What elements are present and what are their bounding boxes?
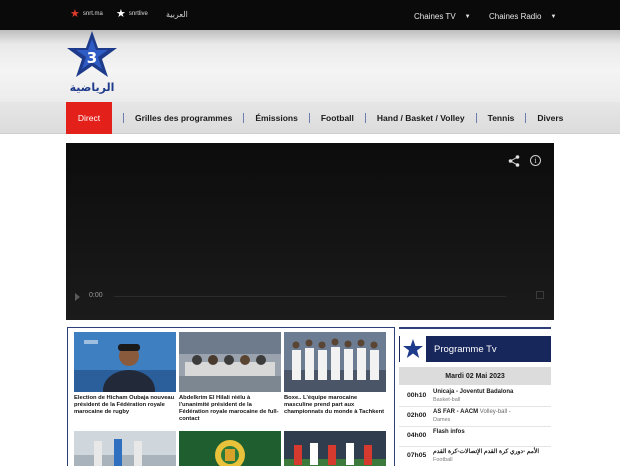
mini-logo	[400, 336, 426, 362]
menu-separator	[123, 113, 124, 123]
menu-separator	[243, 113, 245, 123]
programme-time: 04h00	[407, 432, 427, 439]
star-logo-icon: 3 الرياضية	[67, 31, 117, 94]
programme-time: 00h10	[407, 392, 427, 399]
news-thumbnail[interactable]	[284, 332, 386, 392]
news-thumbnail[interactable]	[179, 332, 281, 392]
video-player[interactable]: i 0:00	[66, 143, 554, 320]
menu-separator	[308, 113, 310, 123]
news-caption[interactable]: Boxe.. L'équipe marocaine masculine pren…	[284, 395, 386, 427]
chaines-tv-dropdown[interactable]: Chaines TV ▼	[414, 12, 471, 21]
news-thumbnail[interactable]	[74, 332, 176, 392]
programme-row[interactable]: 02h00 AS FAR - AACM Volley-ball - Dames	[399, 407, 551, 427]
play-icon[interactable]	[75, 293, 80, 301]
programme-date: Mardi 02 Mai 2023	[399, 367, 551, 385]
news-card[interactable]	[179, 427, 281, 466]
top-bar: ★ snrt.ma ★ snrtlive العربية Chaines TV …	[0, 0, 620, 30]
programme-desc: AS FAR - AACM Volley-ball - Dames	[433, 409, 511, 423]
info-icon[interactable]: i	[530, 155, 541, 166]
news-thumbnail[interactable]	[284, 431, 386, 466]
news-caption[interactable]: Élection de Hicham Oubaja nouveau présid…	[74, 395, 176, 427]
snrtlive-brand-link[interactable]: ★ snrtlive	[116, 6, 148, 22]
chaines-radio-label: Chaines Radio	[489, 12, 542, 21]
news-card[interactable]	[74, 427, 176, 466]
header: 3 الرياضية	[0, 30, 620, 102]
programme-show-title: Flash infos	[433, 429, 465, 435]
news-thumbnail[interactable]	[179, 431, 281, 466]
programme-row[interactable]: 07h05 الأمم -دوري كرة القدم الإتصالات-كر…	[399, 447, 551, 466]
star-logo-icon	[403, 339, 423, 358]
chevron-down-icon: ▼	[550, 13, 557, 20]
programme-header: Programme Tv	[399, 336, 551, 362]
menu-separator	[364, 113, 366, 123]
programme-show-title: AS FAR - AACM	[433, 409, 479, 415]
language-switch-link[interactable]: العربية	[166, 10, 188, 19]
logo-channel-number: 3	[87, 49, 97, 67]
news-card[interactable]: Abdelkrim El Hilali réélu à l'unanimité …	[179, 332, 281, 427]
news-thumbnail[interactable]	[74, 431, 176, 466]
menu-item-tennis[interactable]: Tennis	[488, 102, 515, 134]
snrt-star-icon: ★	[70, 7, 80, 20]
menu-item-football[interactable]: Football	[321, 102, 354, 134]
fullscreen-icon[interactable]	[536, 291, 544, 299]
chevron-down-icon: ▼	[464, 13, 471, 20]
arryadia-logo[interactable]: 3 الرياضية	[66, 31, 118, 97]
news-card[interactable]: Boxe.. L'équipe marocaine masculine pren…	[284, 332, 386, 427]
programme-desc: Flash infos	[433, 429, 465, 437]
programme-row[interactable]: 00h10 Unicaja - Joventut Badalona Basket…	[399, 387, 551, 407]
programme-time: 02h00	[407, 412, 427, 419]
menu-item-divers[interactable]: Divers	[537, 102, 563, 134]
programme-category: Dames	[433, 416, 451, 423]
player-time: 0:00	[89, 292, 103, 299]
menu-item-grilles[interactable]: Grilles des programmes	[135, 102, 232, 134]
programme-category: Basket-ball	[433, 396, 461, 403]
programme-title: Programme Tv	[434, 343, 497, 355]
panel-top-border	[399, 327, 551, 329]
news-caption[interactable]: Abdelkrim El Hilali réélu à l'unanimité …	[179, 395, 281, 427]
news-panel: Élection de Hicham Oubaja nouveau présid…	[67, 327, 395, 466]
chaines-tv-label: Chaines TV	[414, 12, 456, 21]
logo-arabic-name: الرياضية	[70, 81, 115, 94]
progress-bar[interactable]	[114, 296, 506, 297]
menu-item-emissions[interactable]: Émissions	[255, 102, 298, 134]
share-icon[interactable]	[508, 155, 520, 167]
news-card[interactable]: Élection de Hicham Oubaja nouveau présid…	[74, 332, 176, 427]
menu-separator	[475, 113, 477, 123]
programme-list: 00h10 Unicaja - Joventut Badalona Basket…	[399, 387, 551, 466]
menu-item-direct[interactable]: Direct	[66, 102, 112, 134]
programme-show-title: Unicaja - Joventut Badalona	[433, 389, 514, 395]
snrtlive-brand-label: snrtlive	[128, 11, 148, 17]
programme-show-title: الأمم -دوري كرة القدم الإتصالات-كرة القد…	[433, 449, 540, 455]
snrtlive-star-icon: ★	[116, 7, 126, 20]
snrt-brand-link[interactable]: ★ snrt.ma	[70, 6, 103, 22]
menu-separator	[525, 113, 527, 123]
main-menu-bar: Direct Grilles des programmes Émissions …	[0, 102, 620, 134]
main-menu: Direct Grilles des programmes Émissions …	[66, 102, 563, 134]
programme-time: 07h05	[407, 452, 427, 459]
programme-category: Football	[433, 456, 453, 463]
news-grid: Élection de Hicham Oubaja nouveau présid…	[74, 332, 388, 466]
chaines-radio-dropdown[interactable]: Chaines Radio ▼	[489, 12, 556, 21]
snrt-brand-label: snrt.ma	[82, 11, 103, 17]
programme-row[interactable]: 04h00 Flash infos	[399, 427, 551, 447]
programme-desc: الأمم -دوري كرة القدم الإتصالات-كرة القد…	[433, 449, 539, 463]
programme-desc: Unicaja - Joventut Badalona Basket-ball	[433, 389, 513, 403]
news-card[interactable]	[284, 427, 386, 466]
programme-inline-category: Volley-ball -	[479, 409, 511, 415]
programme-tv-panel: Programme Tv Mardi 02 Mai 2023 00h10 Uni…	[399, 327, 551, 466]
menu-item-hand-basket-volley[interactable]: Hand / Basket / Volley	[377, 102, 465, 134]
